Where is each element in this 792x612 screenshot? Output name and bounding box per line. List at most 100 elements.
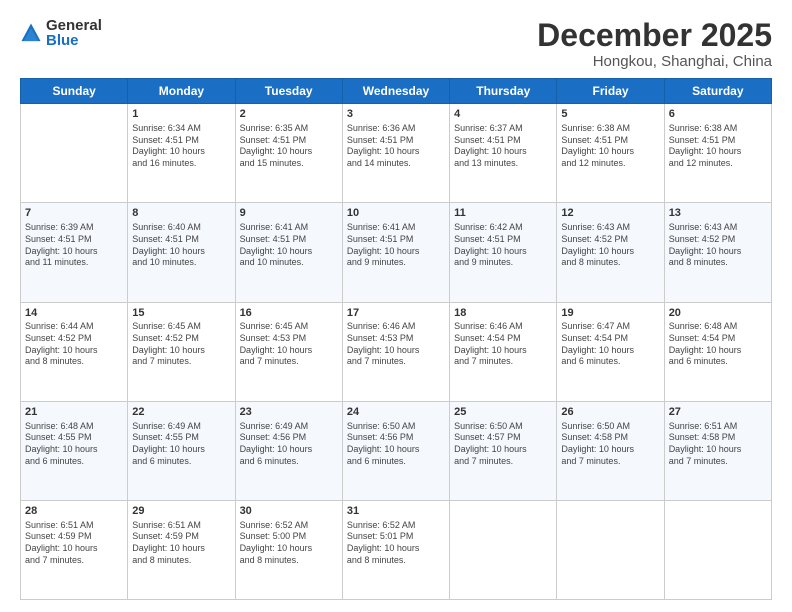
- day-cell: 1Sunrise: 6:34 AMSunset: 4:51 PMDaylight…: [128, 104, 235, 203]
- day-number: 24: [347, 405, 445, 420]
- day-cell: 14Sunrise: 6:44 AMSunset: 4:52 PMDayligh…: [21, 302, 128, 401]
- day-info: Sunrise: 6:37 AMSunset: 4:51 PMDaylight:…: [454, 123, 552, 170]
- day-number: 21: [25, 405, 123, 420]
- day-cell: 15Sunrise: 6:45 AMSunset: 4:52 PMDayligh…: [128, 302, 235, 401]
- day-number: 10: [347, 206, 445, 221]
- title-block: December 2025 Hongkou, Shanghai, China: [537, 18, 772, 70]
- weekday-header-sunday: Sunday: [21, 79, 128, 104]
- day-cell: 10Sunrise: 6:41 AMSunset: 4:51 PMDayligh…: [342, 203, 449, 302]
- day-info: Sunrise: 6:36 AMSunset: 4:51 PMDaylight:…: [347, 123, 445, 170]
- day-cell: 25Sunrise: 6:50 AMSunset: 4:57 PMDayligh…: [450, 401, 557, 500]
- day-number: 12: [561, 206, 659, 221]
- week-row-1: 1Sunrise: 6:34 AMSunset: 4:51 PMDaylight…: [21, 104, 772, 203]
- day-info: Sunrise: 6:43 AMSunset: 4:52 PMDaylight:…: [561, 222, 659, 269]
- day-cell: [664, 500, 771, 599]
- day-info: Sunrise: 6:49 AMSunset: 4:56 PMDaylight:…: [240, 421, 338, 468]
- day-info: Sunrise: 6:41 AMSunset: 4:51 PMDaylight:…: [347, 222, 445, 269]
- day-cell: 24Sunrise: 6:50 AMSunset: 4:56 PMDayligh…: [342, 401, 449, 500]
- day-cell: 27Sunrise: 6:51 AMSunset: 4:58 PMDayligh…: [664, 401, 771, 500]
- week-row-3: 14Sunrise: 6:44 AMSunset: 4:52 PMDayligh…: [21, 302, 772, 401]
- day-cell: 22Sunrise: 6:49 AMSunset: 4:55 PMDayligh…: [128, 401, 235, 500]
- day-cell: 18Sunrise: 6:46 AMSunset: 4:54 PMDayligh…: [450, 302, 557, 401]
- weekday-header-tuesday: Tuesday: [235, 79, 342, 104]
- day-info: Sunrise: 6:45 AMSunset: 4:52 PMDaylight:…: [132, 321, 230, 368]
- day-cell: 13Sunrise: 6:43 AMSunset: 4:52 PMDayligh…: [664, 203, 771, 302]
- day-cell: 6Sunrise: 6:38 AMSunset: 4:51 PMDaylight…: [664, 104, 771, 203]
- day-number: 13: [669, 206, 767, 221]
- day-number: 7: [25, 206, 123, 221]
- day-cell: 17Sunrise: 6:46 AMSunset: 4:53 PMDayligh…: [342, 302, 449, 401]
- day-number: 16: [240, 306, 338, 321]
- day-number: 26: [561, 405, 659, 420]
- day-cell: 19Sunrise: 6:47 AMSunset: 4:54 PMDayligh…: [557, 302, 664, 401]
- day-info: Sunrise: 6:51 AMSunset: 4:59 PMDaylight:…: [25, 520, 123, 567]
- day-info: Sunrise: 6:42 AMSunset: 4:51 PMDaylight:…: [454, 222, 552, 269]
- day-info: Sunrise: 6:49 AMSunset: 4:55 PMDaylight:…: [132, 421, 230, 468]
- day-info: Sunrise: 6:51 AMSunset: 4:58 PMDaylight:…: [669, 421, 767, 468]
- weekday-header-row: SundayMondayTuesdayWednesdayThursdayFrid…: [21, 79, 772, 104]
- day-number: 6: [669, 107, 767, 122]
- day-info: Sunrise: 6:39 AMSunset: 4:51 PMDaylight:…: [25, 222, 123, 269]
- day-number: 19: [561, 306, 659, 321]
- logo: General Blue: [20, 18, 102, 48]
- day-number: 27: [669, 405, 767, 420]
- week-row-5: 28Sunrise: 6:51 AMSunset: 4:59 PMDayligh…: [21, 500, 772, 599]
- header: General Blue December 2025 Hongkou, Shan…: [20, 18, 772, 70]
- day-number: 11: [454, 206, 552, 221]
- day-cell: 16Sunrise: 6:45 AMSunset: 4:53 PMDayligh…: [235, 302, 342, 401]
- day-info: Sunrise: 6:40 AMSunset: 4:51 PMDaylight:…: [132, 222, 230, 269]
- logo-general-text: General: [46, 18, 102, 33]
- day-cell: 20Sunrise: 6:48 AMSunset: 4:54 PMDayligh…: [664, 302, 771, 401]
- day-info: Sunrise: 6:52 AMSunset: 5:00 PMDaylight:…: [240, 520, 338, 567]
- day-cell: 21Sunrise: 6:48 AMSunset: 4:55 PMDayligh…: [21, 401, 128, 500]
- day-number: 29: [132, 504, 230, 519]
- day-info: Sunrise: 6:46 AMSunset: 4:53 PMDaylight:…: [347, 321, 445, 368]
- day-info: Sunrise: 6:50 AMSunset: 4:56 PMDaylight:…: [347, 421, 445, 468]
- day-info: Sunrise: 6:50 AMSunset: 4:58 PMDaylight:…: [561, 421, 659, 468]
- day-info: Sunrise: 6:50 AMSunset: 4:57 PMDaylight:…: [454, 421, 552, 468]
- day-info: Sunrise: 6:41 AMSunset: 4:51 PMDaylight:…: [240, 222, 338, 269]
- day-cell: 12Sunrise: 6:43 AMSunset: 4:52 PMDayligh…: [557, 203, 664, 302]
- day-cell: 30Sunrise: 6:52 AMSunset: 5:00 PMDayligh…: [235, 500, 342, 599]
- day-info: Sunrise: 6:34 AMSunset: 4:51 PMDaylight:…: [132, 123, 230, 170]
- day-info: Sunrise: 6:45 AMSunset: 4:53 PMDaylight:…: [240, 321, 338, 368]
- day-number: 31: [347, 504, 445, 519]
- day-cell: [557, 500, 664, 599]
- day-cell: 29Sunrise: 6:51 AMSunset: 4:59 PMDayligh…: [128, 500, 235, 599]
- page: General Blue December 2025 Hongkou, Shan…: [0, 0, 792, 612]
- day-number: 1: [132, 107, 230, 122]
- day-cell: 23Sunrise: 6:49 AMSunset: 4:56 PMDayligh…: [235, 401, 342, 500]
- day-info: Sunrise: 6:38 AMSunset: 4:51 PMDaylight:…: [669, 123, 767, 170]
- day-number: 28: [25, 504, 123, 519]
- day-cell: 9Sunrise: 6:41 AMSunset: 4:51 PMDaylight…: [235, 203, 342, 302]
- weekday-header-friday: Friday: [557, 79, 664, 104]
- day-number: 18: [454, 306, 552, 321]
- day-number: 22: [132, 405, 230, 420]
- day-info: Sunrise: 6:43 AMSunset: 4:52 PMDaylight:…: [669, 222, 767, 269]
- day-number: 9: [240, 206, 338, 221]
- day-number: 20: [669, 306, 767, 321]
- day-number: 15: [132, 306, 230, 321]
- day-info: Sunrise: 6:48 AMSunset: 4:54 PMDaylight:…: [669, 321, 767, 368]
- main-title: December 2025: [537, 18, 772, 53]
- day-number: 4: [454, 107, 552, 122]
- day-cell: 28Sunrise: 6:51 AMSunset: 4:59 PMDayligh…: [21, 500, 128, 599]
- day-number: 3: [347, 107, 445, 122]
- day-cell: 26Sunrise: 6:50 AMSunset: 4:58 PMDayligh…: [557, 401, 664, 500]
- day-cell: 5Sunrise: 6:38 AMSunset: 4:51 PMDaylight…: [557, 104, 664, 203]
- day-number: 2: [240, 107, 338, 122]
- day-cell: 8Sunrise: 6:40 AMSunset: 4:51 PMDaylight…: [128, 203, 235, 302]
- day-cell: 4Sunrise: 6:37 AMSunset: 4:51 PMDaylight…: [450, 104, 557, 203]
- day-info: Sunrise: 6:51 AMSunset: 4:59 PMDaylight:…: [132, 520, 230, 567]
- day-cell: 31Sunrise: 6:52 AMSunset: 5:01 PMDayligh…: [342, 500, 449, 599]
- day-info: Sunrise: 6:47 AMSunset: 4:54 PMDaylight:…: [561, 321, 659, 368]
- day-number: 8: [132, 206, 230, 221]
- logo-icon: [20, 22, 42, 44]
- day-number: 5: [561, 107, 659, 122]
- day-number: 23: [240, 405, 338, 420]
- day-info: Sunrise: 6:38 AMSunset: 4:51 PMDaylight:…: [561, 123, 659, 170]
- day-cell: [450, 500, 557, 599]
- weekday-header-monday: Monday: [128, 79, 235, 104]
- day-number: 14: [25, 306, 123, 321]
- week-row-2: 7Sunrise: 6:39 AMSunset: 4:51 PMDaylight…: [21, 203, 772, 302]
